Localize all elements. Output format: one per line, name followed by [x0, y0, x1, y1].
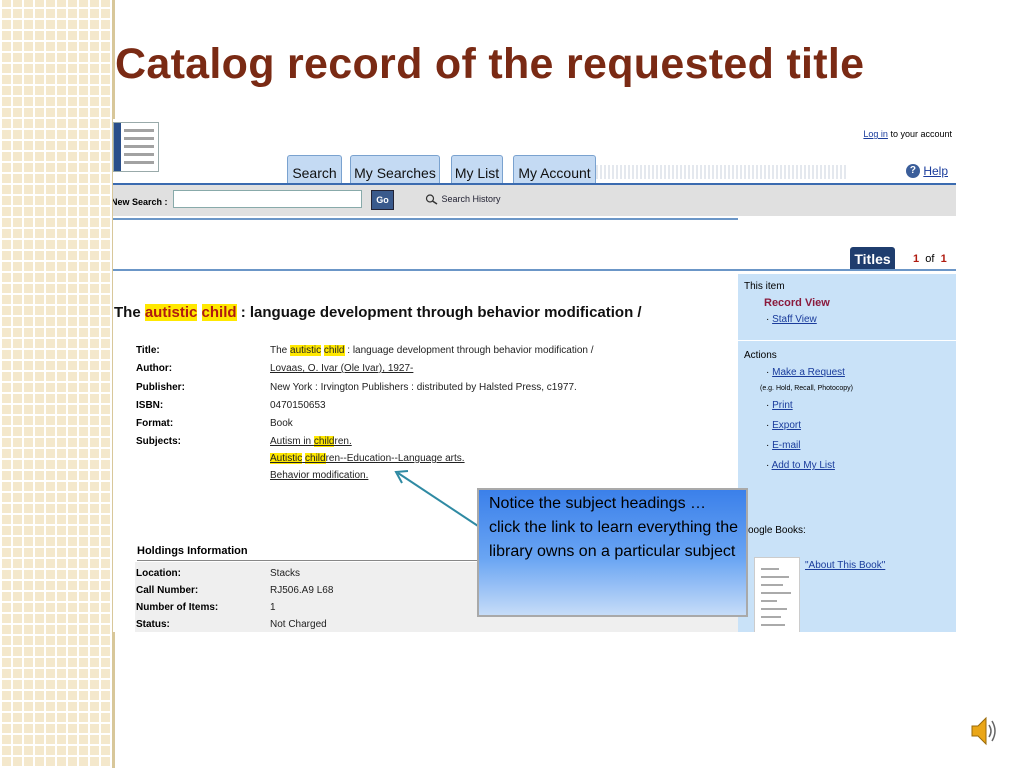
callout-text: Notice the subject headings … click the …: [489, 495, 739, 560]
panel-separator: [738, 340, 956, 341]
login-link[interactable]: Log in: [863, 129, 888, 139]
pagination: 1 of 1: [913, 253, 947, 265]
slide-title: Catalog record of the requested title: [115, 40, 865, 88]
author-label: Author:: [136, 363, 173, 374]
location-label: Location:: [136, 568, 181, 579]
search-history-label: Search History: [441, 194, 501, 204]
add-list-item[interactable]: · Add to My List: [766, 460, 835, 471]
items-value: 1: [270, 602, 276, 613]
export-link[interactable]: Export: [772, 420, 801, 431]
add-to-list-link[interactable]: Add to My List: [772, 460, 835, 471]
export-item[interactable]: · Export: [766, 420, 801, 431]
highlight-child: child: [201, 304, 237, 321]
call-number-value: RJ506.A9 L68: [270, 585, 334, 596]
status-value: Not Charged: [270, 619, 327, 630]
author-link[interactable]: Lovaas, O. Ivar (Ole Ivar), 1927-: [270, 363, 413, 374]
isbn-label: ISBN:: [136, 400, 164, 411]
tab-my-account[interactable]: My Account: [513, 155, 596, 184]
record-view-label: Record View: [764, 297, 830, 309]
search-input[interactable]: [173, 190, 362, 208]
login-area: Log in to your account: [863, 129, 952, 139]
google-books-heading: oogle Books:: [748, 525, 806, 536]
items-label: Number of Items:: [136, 602, 219, 613]
record-heading-rest: : language development through behavior …: [236, 304, 642, 321]
title-label: Title:: [136, 345, 160, 356]
search-history-link[interactable]: Search History: [425, 194, 501, 205]
right-sidebar: This item Record View · Staff View Actio…: [738, 274, 956, 632]
record-heading-prefix: The: [114, 304, 145, 321]
format-label: Format:: [136, 418, 174, 429]
magnifier-icon: [425, 194, 438, 205]
page-of: of: [925, 253, 935, 265]
header-dot-pattern: [596, 165, 846, 179]
call-number-label: Call Number:: [136, 585, 199, 596]
tab-search[interactable]: Search: [287, 155, 342, 184]
make-request-item[interactable]: · Make a Request: [766, 367, 845, 378]
about-book-link[interactable]: "About This Book": [805, 560, 885, 571]
go-button[interactable]: Go: [371, 190, 394, 210]
callout-box: Notice the subject headings … click the …: [477, 488, 748, 617]
publisher-label: Publisher:: [136, 382, 185, 393]
subject-link-behavior-modification[interactable]: Behavior modification.: [270, 470, 368, 481]
location-value: Stacks: [270, 568, 301, 579]
isbn-value: 0470150653: [270, 400, 326, 411]
status-label: Status:: [136, 619, 170, 630]
new-search-label: New Search :: [113, 197, 168, 207]
request-note: (e.g. Hold, Recall, Photocopy): [760, 385, 853, 392]
print-link[interactable]: Print: [772, 400, 793, 411]
actions-heading: Actions: [744, 350, 777, 361]
print-item[interactable]: · Print: [766, 400, 793, 411]
help-button[interactable]: ? Help: [905, 163, 948, 178]
subjects-label: Subjects:: [136, 436, 182, 447]
tab-my-searches[interactable]: My Searches: [350, 155, 440, 184]
publisher-value: New York : Irvington Publishers : distri…: [270, 382, 577, 393]
subject-link-autistic-children[interactable]: Autistic children--Education--Language a…: [270, 453, 465, 464]
record-heading: The autistic child : language developmen…: [114, 304, 642, 321]
page-current: 1: [913, 253, 920, 265]
make-request-link[interactable]: Make a Request: [772, 367, 845, 378]
page-total: 1: [940, 253, 947, 265]
book-cover-thumbnail[interactable]: [754, 557, 800, 632]
holdings-heading: Holdings Information: [137, 545, 248, 557]
staff-view-item[interactable]: · Staff View: [766, 314, 817, 325]
decorative-grid-sidebar: [0, 0, 112, 768]
speaker-icon[interactable]: [970, 713, 1000, 749]
staff-view-link[interactable]: Staff View: [772, 314, 817, 325]
header-rule: [113, 218, 738, 220]
results-rule: [113, 269, 956, 271]
about-book-item[interactable]: "About This Book": [805, 560, 885, 571]
this-item-heading: This item: [744, 281, 785, 292]
subject-link-autism[interactable]: Autism in children.: [270, 436, 352, 447]
title-value: The autistic child : language developmen…: [270, 345, 594, 356]
highlight-autistic: autistic: [144, 304, 198, 321]
help-label: Help: [923, 163, 948, 178]
login-suffix: to your account: [890, 129, 952, 139]
library-logo: [113, 122, 159, 172]
format-value: Book: [270, 418, 293, 429]
titles-tab[interactable]: Titles: [850, 247, 895, 269]
email-item[interactable]: · E-mail: [766, 440, 800, 451]
help-icon: ?: [905, 163, 920, 178]
email-link[interactable]: E-mail: [772, 440, 800, 451]
tab-my-list[interactable]: My List: [451, 155, 503, 184]
callout-arrow: [394, 470, 479, 527]
search-bar: New Search : Go Search History: [113, 183, 956, 216]
